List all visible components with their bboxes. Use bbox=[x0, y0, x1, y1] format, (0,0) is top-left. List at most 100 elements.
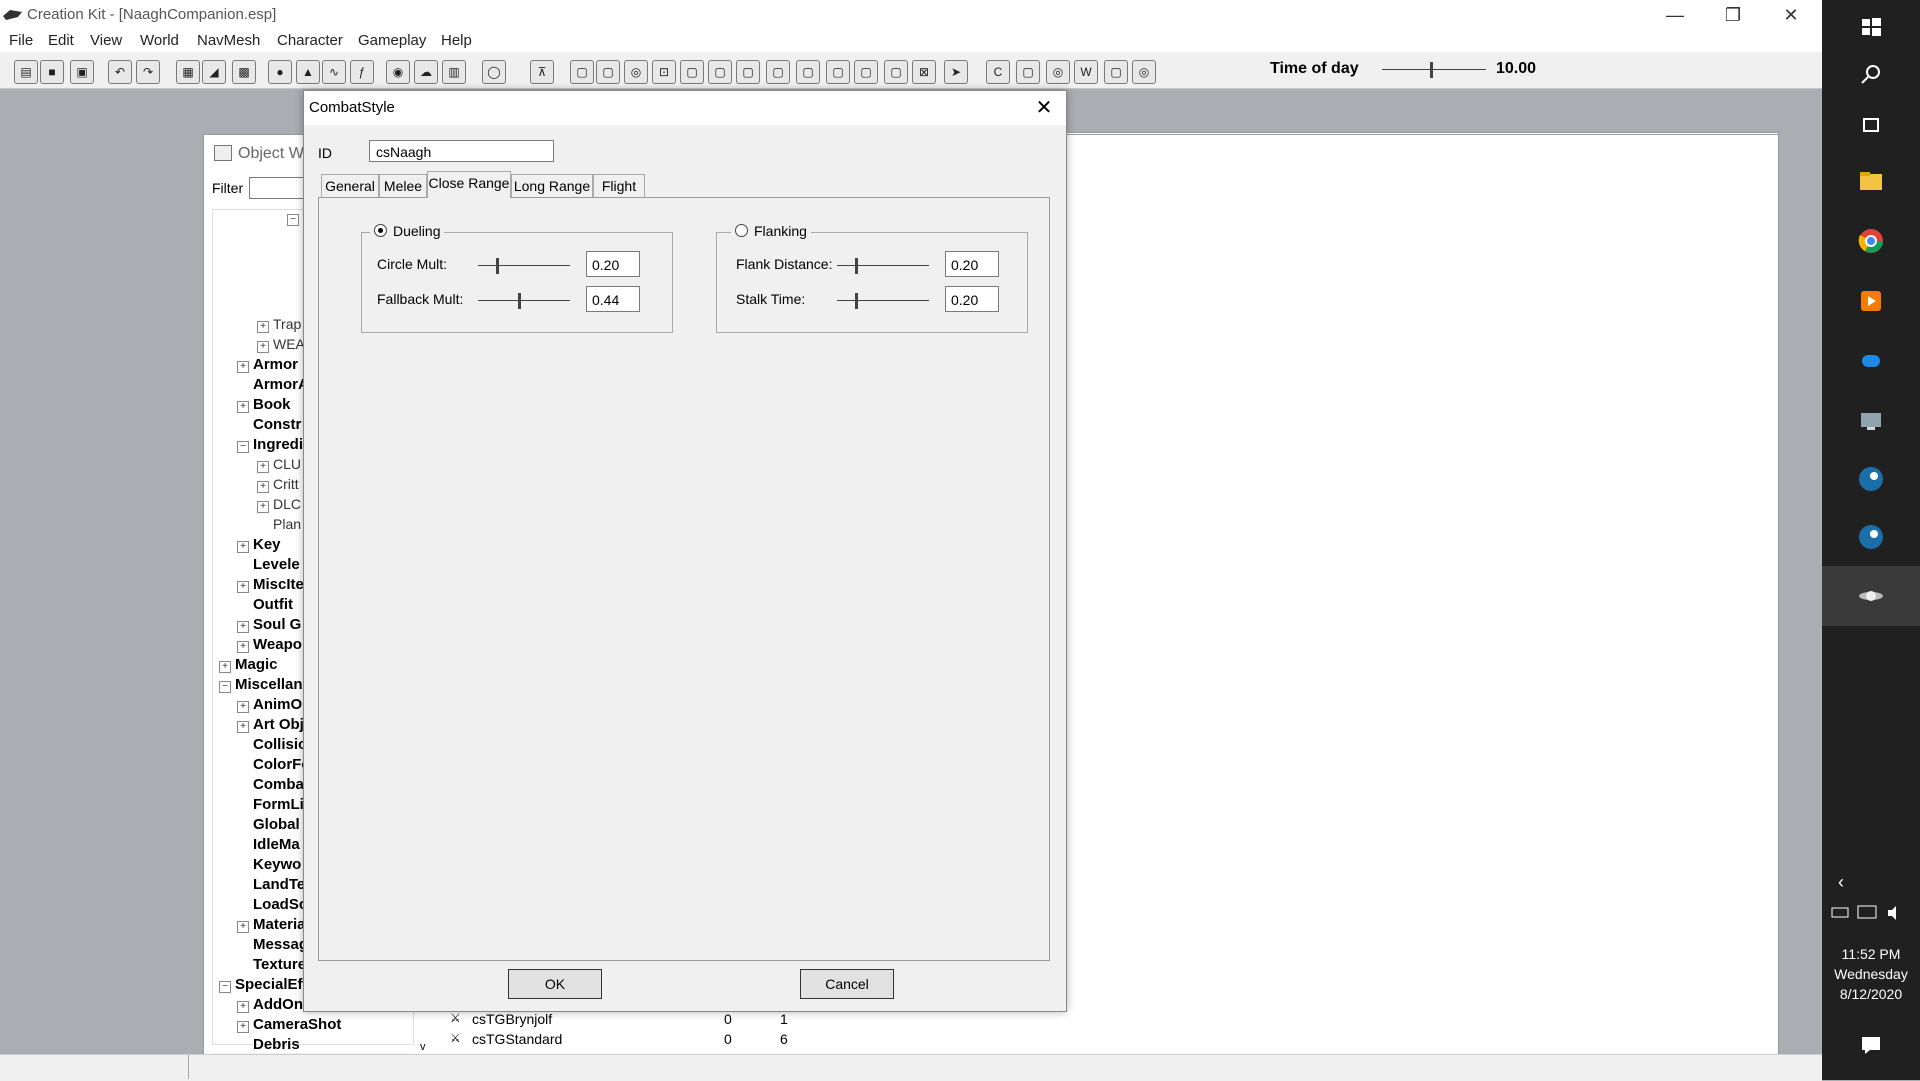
toolbar-redo-button[interactable]: ↷ bbox=[136, 60, 160, 84]
toolbar-cube10-button[interactable]: ▢ bbox=[826, 60, 850, 84]
expand-icon[interactable]: + bbox=[237, 1021, 249, 1033]
toolbar-O-button[interactable]: ◎ bbox=[1046, 60, 1070, 84]
tree-item[interactable]: Miscellane bbox=[235, 676, 311, 693]
toolbar-fx-button[interactable]: ƒ bbox=[350, 60, 374, 84]
menu-gameplay[interactable]: Gameplay bbox=[358, 32, 426, 49]
search-icon[interactable] bbox=[1856, 60, 1886, 90]
tab-flight[interactable]: Flight bbox=[593, 174, 645, 197]
toolbar-cube11-button[interactable]: ▢ bbox=[854, 60, 878, 84]
toolbar-landscape-edit-button[interactable]: ◢ bbox=[202, 60, 226, 84]
expand-icon[interactable]: + bbox=[257, 321, 269, 333]
tree-item[interactable]: Armor bbox=[253, 356, 298, 373]
toolbar-havok-button[interactable]: ∿ bbox=[322, 60, 346, 84]
tree-item[interactable]: Outfit bbox=[253, 596, 293, 613]
toolbar-cube2-button[interactable]: ▢ bbox=[596, 60, 620, 84]
steam-icon[interactable] bbox=[1856, 522, 1886, 552]
menu-world[interactable]: World bbox=[140, 32, 179, 49]
tab-close-range[interactable]: Close Range bbox=[427, 171, 511, 198]
tree-item[interactable]: Ingredi bbox=[253, 436, 303, 453]
toolbar-save-button[interactable]: ■ bbox=[40, 60, 64, 84]
radio-button-flanking[interactable] bbox=[735, 224, 748, 237]
notification-icon[interactable] bbox=[1856, 1030, 1886, 1060]
toolbar-cube8-button[interactable]: ▢ bbox=[766, 60, 790, 84]
tree-item[interactable]: Levele bbox=[253, 556, 300, 573]
tree-item[interactable]: Keywo bbox=[253, 856, 301, 873]
expand-icon[interactable]: + bbox=[237, 921, 249, 933]
flanking-radio[interactable]: Flanking bbox=[731, 223, 811, 239]
tree-item[interactable]: CameraShot bbox=[253, 1016, 341, 1033]
collapse-icon[interactable]: − bbox=[219, 681, 231, 693]
toolbar-cube7-button[interactable]: ▢ bbox=[736, 60, 760, 84]
stalk-time-slider[interactable] bbox=[837, 293, 929, 309]
tree-item[interactable]: FormLi bbox=[253, 796, 304, 813]
active-taskbar-item[interactable] bbox=[1822, 566, 1920, 626]
menu-file[interactable]: File bbox=[9, 32, 33, 49]
radio-button-dueling[interactable] bbox=[374, 224, 387, 237]
tree-item[interactable]: DLC bbox=[273, 496, 301, 512]
tree-item[interactable]: Global bbox=[253, 816, 300, 833]
toolbar-cube5-button[interactable]: ▢ bbox=[680, 60, 704, 84]
menu-navmesh[interactable]: NavMesh bbox=[197, 32, 260, 49]
menu-character[interactable]: Character bbox=[277, 32, 343, 49]
tree-item[interactable]: SpecialEff bbox=[235, 976, 308, 993]
taskbar-clock[interactable]: 11:52 PM Wednesday 8/12/2020 bbox=[1822, 944, 1920, 1004]
toolbar-lasso-button[interactable]: ◯ bbox=[482, 60, 506, 84]
fallback-mult-field[interactable]: 0.44 bbox=[586, 286, 640, 312]
toolbar-cube12-button[interactable]: ▢ bbox=[884, 60, 908, 84]
media-player-icon[interactable] bbox=[1856, 286, 1886, 316]
expand-icon[interactable]: + bbox=[237, 401, 249, 413]
toolbar-terrain-button[interactable]: ▲ bbox=[296, 60, 320, 84]
toolbar-sky-button[interactable]: ☁ bbox=[414, 60, 438, 84]
expand-icon[interactable]: + bbox=[257, 461, 269, 473]
expand-icon[interactable]: + bbox=[237, 621, 249, 633]
tree-item[interactable]: Magic bbox=[235, 656, 278, 673]
dueling-radio[interactable]: Dueling bbox=[370, 223, 445, 239]
tree-item[interactable]: LandTe bbox=[253, 876, 305, 893]
tree-item[interactable]: AddOn bbox=[253, 996, 303, 1013]
expand-icon[interactable]: + bbox=[219, 661, 231, 673]
toolbar-cube9-button[interactable]: ▢ bbox=[796, 60, 820, 84]
expand-icon[interactable]: + bbox=[237, 541, 249, 553]
toolbar-globe-button[interactable]: ● bbox=[268, 60, 292, 84]
tree-item[interactable]: Comba bbox=[253, 776, 304, 793]
tree-item[interactable]: Debris bbox=[253, 1036, 300, 1053]
tree-item[interactable]: Plan bbox=[273, 516, 301, 532]
expand-icon[interactable]: + bbox=[237, 641, 249, 653]
toolbar-circle-w-button[interactable]: ◎ bbox=[1132, 60, 1156, 84]
collapse-icon[interactable]: − bbox=[287, 214, 299, 226]
toolbar-cube6-button[interactable]: ▢ bbox=[708, 60, 732, 84]
tab-melee[interactable]: Melee bbox=[379, 174, 427, 197]
toolbar-cube4-button[interactable]: ⊡ bbox=[652, 60, 676, 84]
tree-item[interactable]: Key bbox=[253, 536, 281, 553]
toolbar-cube-w-button[interactable]: ▢ bbox=[1104, 60, 1128, 84]
tree-item[interactable]: Trap bbox=[273, 316, 301, 332]
windows-start-icon[interactable] bbox=[1856, 12, 1886, 42]
tree-item[interactable]: Book bbox=[253, 396, 291, 413]
time-of-day-slider[interactable] bbox=[1382, 62, 1486, 78]
toolbar-undo-button[interactable]: ↶ bbox=[108, 60, 132, 84]
toolbar-render-button[interactable]: ▦ bbox=[176, 60, 200, 84]
circle-mult-slider[interactable] bbox=[478, 258, 570, 274]
tree-item[interactable]: Constr bbox=[253, 416, 301, 433]
task-view-icon[interactable] bbox=[1856, 110, 1886, 140]
toolbar-cube3-button[interactable]: ◎ bbox=[624, 60, 648, 84]
toolbar-reload-button[interactable]: ▩ bbox=[232, 60, 256, 84]
close-window-button[interactable]: ✕ bbox=[1762, 0, 1820, 30]
steam-icon[interactable] bbox=[1856, 464, 1886, 494]
flank-distance-slider[interactable] bbox=[837, 258, 929, 274]
tab-general[interactable]: General bbox=[321, 174, 379, 197]
stalk-time-field[interactable]: 0.20 bbox=[945, 286, 999, 312]
tree-item[interactable]: Critt bbox=[273, 476, 299, 492]
tree-item[interactable]: LoadSc bbox=[253, 896, 307, 913]
tree-item[interactable]: AnimOl bbox=[253, 696, 306, 713]
object-list[interactable]: ⚔ csTGBrynjolf 0 1 ⚔ csTGStandard 0 6 bbox=[450, 1011, 1010, 1051]
expand-icon[interactable]: + bbox=[237, 721, 249, 733]
toolbar-pathfind-button[interactable]: ⊠ bbox=[912, 60, 936, 84]
tree-item[interactable]: Messag bbox=[253, 936, 308, 953]
tree-item[interactable]: CLU bbox=[273, 456, 301, 472]
chevron-left-icon[interactable]: ‹ bbox=[1838, 872, 1844, 893]
maximize-button[interactable]: ❐ bbox=[1704, 0, 1762, 30]
tree-item[interactable]: ArmorA bbox=[253, 376, 309, 393]
filter-input[interactable] bbox=[249, 177, 311, 199]
collapse-icon[interactable]: − bbox=[237, 441, 249, 453]
